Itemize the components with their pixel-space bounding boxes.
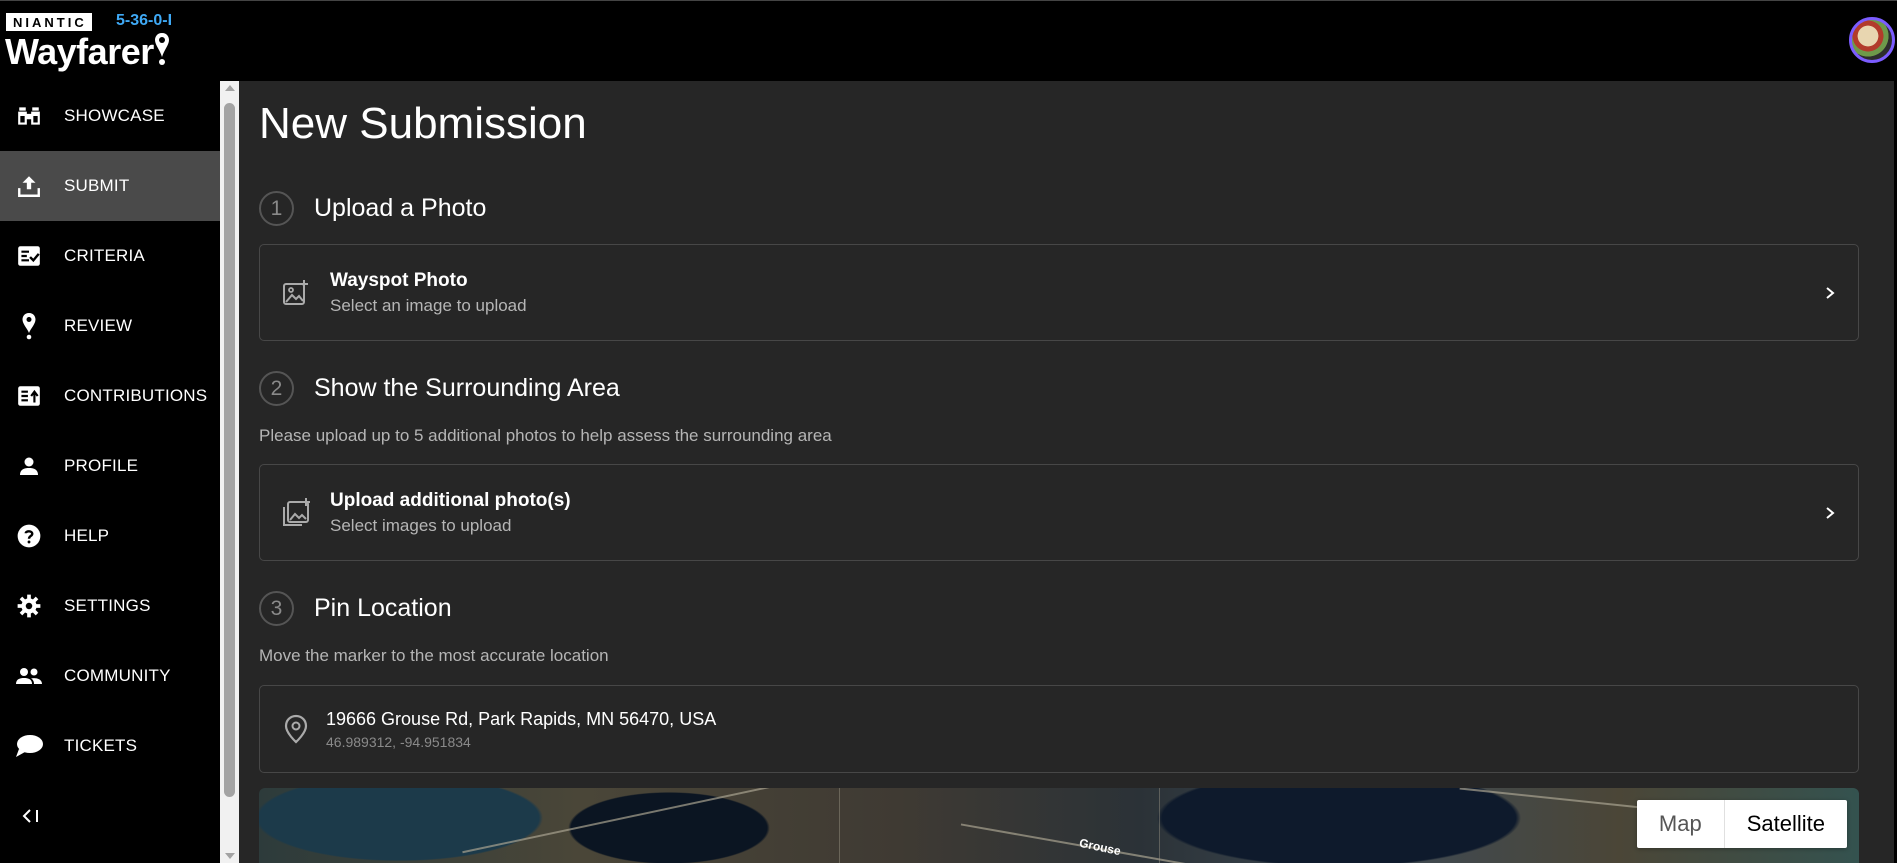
scroll-up-arrow-icon[interactable] bbox=[225, 85, 235, 91]
logo-pin-icon bbox=[154, 31, 170, 76]
step-title: Pin Location bbox=[314, 594, 452, 622]
sidebar-item-review[interactable]: REVIEW bbox=[0, 291, 220, 361]
step-number: 1 bbox=[259, 191, 294, 226]
wayfarer-logo[interactable]: Wayfarer bbox=[5, 31, 170, 76]
add-photo-icon bbox=[280, 277, 312, 309]
top-bar: NIANTIC 5-36-0-I Wayfarer bbox=[0, 0, 1897, 81]
card-subtitle: Select an image to upload bbox=[330, 295, 527, 315]
additional-photos-card[interactable]: Upload additional photo(s) Select images… bbox=[259, 464, 1859, 561]
sidebar-item-community[interactable]: COMMUNITY bbox=[0, 641, 220, 711]
collapse-icon bbox=[22, 809, 38, 823]
step-1-header: 1 Upload a Photo bbox=[259, 191, 486, 226]
step-title: Show the Surrounding Area bbox=[314, 374, 620, 402]
satellite-map[interactable]: Grouse Map Satellite bbox=[259, 788, 1859, 863]
map-road-label: Grouse bbox=[1078, 835, 1123, 859]
sidebar-item-showcase[interactable]: SHOWCASE bbox=[0, 81, 220, 151]
sidebar-item-profile[interactable]: PROFILE bbox=[0, 431, 220, 501]
sidebar-item-label: TICKETS bbox=[64, 736, 138, 755]
location-card[interactable]: 19666 Grouse Rd, Park Rapids, MN 56470, … bbox=[259, 685, 1859, 773]
version-label: 5-36-0-I bbox=[116, 12, 173, 29]
sidebar-item-label: SETTINGS bbox=[64, 596, 151, 615]
person-icon bbox=[14, 451, 44, 481]
sidebar-item-label: REVIEW bbox=[64, 316, 133, 335]
map-type-toggle: Map Satellite bbox=[1636, 800, 1847, 848]
contributions-icon bbox=[14, 381, 44, 411]
sidebar-item-help[interactable]: HELP bbox=[0, 501, 220, 571]
help-icon bbox=[14, 521, 44, 551]
step-number: 2 bbox=[259, 371, 294, 406]
location-coordinates: 46.989312, -94.951834 bbox=[326, 733, 471, 750]
scroll-down-arrow-icon[interactable] bbox=[225, 853, 235, 859]
group-icon bbox=[14, 661, 44, 691]
location-pin-icon bbox=[280, 713, 312, 745]
map-road bbox=[462, 788, 776, 854]
step-3-header: 3 Pin Location bbox=[259, 591, 452, 626]
map-road bbox=[1159, 788, 1160, 863]
card-title: Upload additional photo(s) bbox=[330, 489, 571, 511]
wayspot-photo-card[interactable]: Wayspot Photo Select an image to upload bbox=[259, 244, 1859, 341]
sidebar-item-criteria[interactable]: CRITERIA bbox=[0, 221, 220, 291]
sidebar-item-label: CRITERIA bbox=[64, 246, 145, 265]
upload-icon bbox=[14, 171, 44, 201]
step-description: Please upload up to 5 additional photos … bbox=[259, 426, 832, 445]
sidebar-item-contributions[interactable]: CONTRIBUTIONS bbox=[0, 361, 220, 431]
binoculars-icon bbox=[14, 101, 44, 131]
sidebar-item-label: SHOWCASE bbox=[64, 106, 165, 125]
sidebar-item-tickets[interactable]: TICKETS bbox=[0, 711, 220, 781]
chevron-right-icon bbox=[1824, 286, 1836, 299]
checklist-icon bbox=[14, 241, 44, 271]
card-subtitle: Select images to upload bbox=[330, 515, 512, 535]
sidebar-item-label: CONTRIBUTIONS bbox=[64, 386, 208, 405]
step-number: 3 bbox=[259, 591, 294, 626]
location-address: 19666 Grouse Rd, Park Rapids, MN 56470, … bbox=[326, 708, 717, 729]
user-avatar[interactable] bbox=[1849, 17, 1895, 63]
sidebar-item-label: COMMUNITY bbox=[64, 666, 171, 685]
main-content: New Submission 1 Upload a Photo Wayspot … bbox=[239, 81, 1894, 863]
add-photos-icon bbox=[280, 497, 312, 529]
step-2-header: 2 Show the Surrounding Area bbox=[259, 371, 620, 406]
sidebar-item-label: HELP bbox=[64, 526, 110, 545]
sidebar-scrollbar[interactable] bbox=[220, 81, 239, 863]
sidebar-item-label: SUBMIT bbox=[64, 176, 130, 195]
page-title: New Submission bbox=[259, 99, 587, 148]
sidebar-item-submit[interactable]: SUBMIT bbox=[0, 151, 220, 221]
map-road bbox=[839, 788, 840, 863]
app-name: Wayfarer bbox=[5, 31, 154, 72]
sidebar: SHOWCASE SUBMIT CRITERIA REVIEW CONTRIBU… bbox=[0, 81, 220, 863]
card-title: Wayspot Photo bbox=[330, 269, 468, 291]
pin-icon bbox=[14, 311, 44, 341]
step-title: Upload a Photo bbox=[314, 194, 487, 222]
chat-bubble-icon bbox=[14, 731, 44, 761]
niantic-logo: NIANTIC bbox=[6, 13, 92, 31]
sidebar-item-settings[interactable]: SETTINGS bbox=[0, 571, 220, 641]
gear-icon bbox=[14, 591, 44, 621]
chevron-right-icon bbox=[1824, 506, 1836, 519]
scroll-thumb[interactable] bbox=[224, 103, 235, 797]
step-description: Move the marker to the most accurate loc… bbox=[259, 646, 609, 665]
sidebar-item-label: PROFILE bbox=[64, 456, 139, 475]
satellite-view-button[interactable]: Satellite bbox=[1723, 800, 1847, 848]
map-view-button[interactable]: Map bbox=[1637, 800, 1724, 848]
collapse-sidebar-button[interactable] bbox=[18, 803, 44, 829]
